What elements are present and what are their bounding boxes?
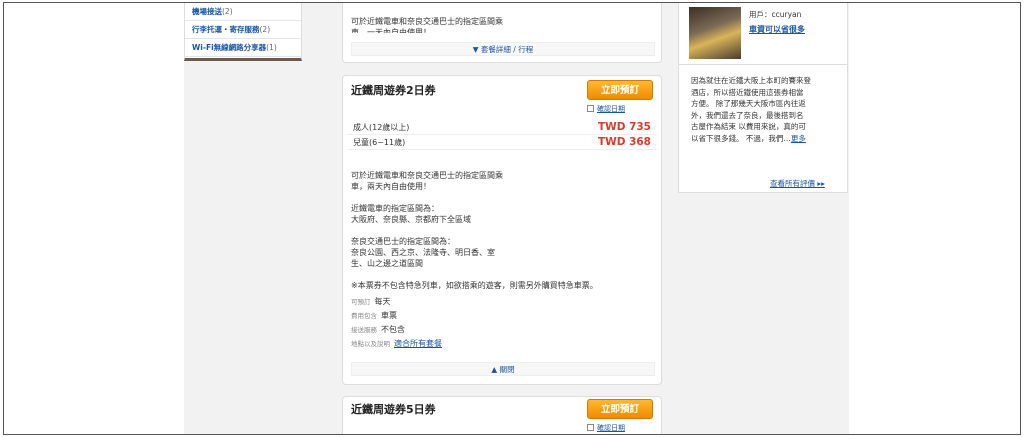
price-row-adult: 成人(12歲以上) TWD 735 xyxy=(347,120,657,135)
review-line: 古屋作為結束 以費用來說，真的可 xyxy=(691,122,806,131)
book-now-button[interactable]: 立即預訂 xyxy=(587,80,653,100)
category-menu: 機場接送(2) 行李托運・寄存服務(2) Wi-Fi無線網路分享器(1) xyxy=(184,3,302,61)
review-line: 酒店，所以搭近鐵使用這張券相當 xyxy=(691,87,804,97)
description-line: 奈良交通巴士的指定區間為： xyxy=(351,237,455,246)
user-name: ccuryan xyxy=(771,10,802,19)
info-row-availability: 可預訂 每天 xyxy=(351,296,391,307)
info-key: 地點以及說明 xyxy=(351,340,390,348)
user-label: 用戶 xyxy=(749,10,764,19)
info-row-transfer: 接送服務 不包含 xyxy=(351,324,405,335)
package-title: 近鐵周遊券2日券 xyxy=(351,84,436,97)
book-now-button[interactable]: 立即預訂 xyxy=(587,399,653,419)
info-key: 可預訂 xyxy=(351,298,371,306)
package-description: 可於近鐵電車和奈良交通巴士的指定區間乘 車，兩天內自由使用！ 近鐵電車的指定區間… xyxy=(351,170,657,291)
review-line: 以省下很多錢。 不過，我們 xyxy=(691,133,784,143)
description-line: 奈良公園、西之京、法隆寺、明日香、室 xyxy=(351,248,495,257)
info-key: 接送服務 xyxy=(351,326,377,334)
package-title: 近鐵周遊券5日券 xyxy=(351,403,436,416)
category-count: (1) xyxy=(266,43,277,52)
confirm-date-link[interactable]: 確認日期 xyxy=(587,423,625,433)
category-count: (2) xyxy=(222,7,233,16)
info-key: 費用包含 xyxy=(351,312,377,320)
calendar-icon xyxy=(587,105,594,112)
review-text: 因為就住在近鐵大阪上本町的賽來登 酒店，所以搭近鐵使用這張券相當 方便。 除了那… xyxy=(691,75,839,144)
review-user: 用戶：ccuryan xyxy=(749,10,802,19)
info-value: 不包含 xyxy=(381,325,405,334)
category-count: (2) xyxy=(259,25,271,34)
category-label: 機場接送 xyxy=(192,7,222,16)
category-item-wifi[interactable]: Wi-Fi無線網路分享器(1) xyxy=(185,39,301,57)
info-value: 每天 xyxy=(374,297,391,306)
info-row-includes: 費用包含 車票 xyxy=(351,310,397,321)
package-card-5day: 近鐵周遊券5日券 立即預訂 確認日期 xyxy=(342,396,662,434)
confirm-date-link[interactable]: 確認日期 xyxy=(587,104,625,114)
price-row-child: 兒童(6~11歲) TWD 368 xyxy=(347,135,657,150)
confirm-date-label: 確認日期 xyxy=(597,105,625,113)
review-panel: 用戶：ccuryan 車資可以省很多 因為就住在近鐵大阪上本町的賽來登 酒店，所… xyxy=(678,3,848,193)
description-line: 可於近鐵電車和奈良交通巴士的指定區間乘 xyxy=(351,17,503,26)
review-line: 因為就住在近鐵大阪上本町的賽來登 xyxy=(691,76,811,85)
calendar-icon xyxy=(587,424,594,431)
package-card-1day: 可於近鐵電車和奈良交通巴士的指定區間乘 車，一天內自由使用！ ▼ 套餐詳細 / … xyxy=(342,3,662,63)
package-details-toggle[interactable]: ▼ 套餐詳細 / 行程 xyxy=(351,42,655,56)
browser-frame: 機場接送(2) 行李托運・寄存服務(2) Wi-Fi無線網路分享器(1) 可於近… xyxy=(3,2,1021,435)
category-item-airport-transfer[interactable]: 機場接送(2) xyxy=(185,3,301,21)
review-more-link[interactable]: 更多 xyxy=(791,134,806,143)
info-value: 車票 xyxy=(381,311,397,320)
description-line: ※本票券不包含特急列車，如欲搭乘的遊客，則需另外購買特急車票。 xyxy=(351,281,598,290)
package-card-2day: 近鐵周遊券2日券 立即預訂 確認日期 成人(12歲以上) TWD 735 兒童(… xyxy=(342,75,662,385)
review-line: 外，我們還去了奈良，最後搭到名 xyxy=(691,110,804,120)
description-line: 近鐵電車的指定區間為： xyxy=(351,204,439,213)
description-line: 生、山之邊之道區間 xyxy=(351,259,423,268)
all-reviews-link[interactable]: 查看所有評價 ▸▸ xyxy=(770,178,825,189)
price-label: 成人(12歲以上) xyxy=(353,123,410,132)
info-row-location: 地點以及說明 適合所有套餐 xyxy=(351,338,442,349)
review-title-link[interactable]: 車資可以省很多 xyxy=(749,24,805,35)
review-line: 方便。 除了那幾天大阪市區內往返 xyxy=(691,99,806,108)
review-header: 用戶：ccuryan 車資可以省很多 xyxy=(679,3,847,65)
price-value: TWD 368 xyxy=(597,136,651,148)
package-description: 可於近鐵電車和奈良交通巴士的指定區間乘 車，一天內自由使用！ xyxy=(351,16,503,33)
description-line: 車，一天內自由使用！ xyxy=(351,28,431,33)
description-line: 車，兩天內自由使用！ xyxy=(351,182,431,191)
all-packages-link[interactable]: 適合所有套餐 xyxy=(394,339,442,348)
category-label: Wi-Fi無線網路分享器 xyxy=(192,43,267,52)
price-label: 兒童(6~11歲) xyxy=(353,138,406,147)
confirm-date-label: 確認日期 xyxy=(597,424,625,432)
description-line: 可於近鐵電車和奈良交通巴士的指定區間乘 xyxy=(351,171,503,180)
review-photo[interactable] xyxy=(689,7,741,59)
review-line-last: 以省下很多錢。 不過，我們…更多 xyxy=(691,133,806,143)
category-item-luggage[interactable]: 行李托運・寄存服務(2) xyxy=(185,21,301,39)
price-value: TWD 735 xyxy=(597,121,651,133)
close-details-toggle[interactable]: ▲ 關閉 xyxy=(351,362,655,376)
description-line: 大阪府、奈良縣、京都府下全區域 xyxy=(351,215,471,224)
category-label: 行李托運・寄存服務 xyxy=(192,25,260,34)
